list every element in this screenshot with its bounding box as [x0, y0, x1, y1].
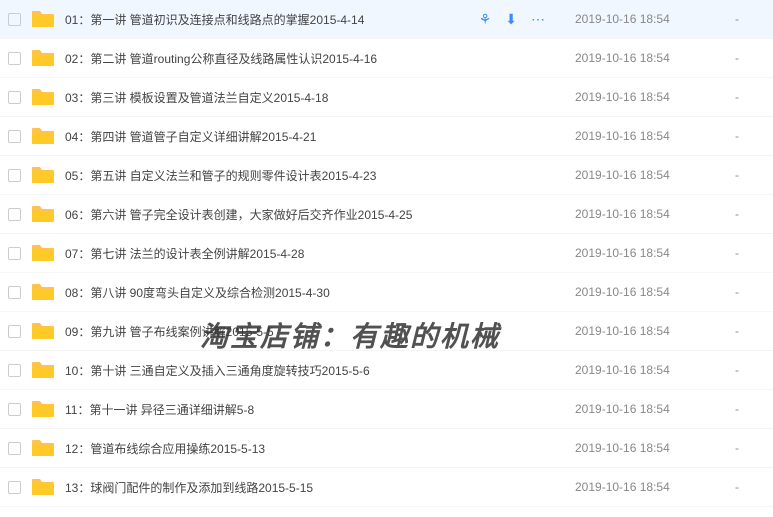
file-date: 2019-10-16 18:54 [575, 363, 735, 377]
row-checkbox[interactable] [8, 442, 21, 455]
file-size: - [735, 12, 765, 26]
file-name[interactable]: 11：第十一讲 异径三通详细讲解5-8 [65, 401, 575, 418]
file-name[interactable]: 12：管道布线综合应用操练2015-5-13 [65, 440, 575, 457]
file-date: 2019-10-16 18:54 [575, 441, 735, 455]
file-row[interactable]: 01：第一讲 管道初识及连接点和线路点的掌握2015-4-14 ⚘ ⬇ ⋯ 20… [0, 0, 773, 39]
file-row[interactable]: 07：第七讲 法兰的设计表全例讲解2015-4-28 2019-10-16 18… [0, 234, 773, 273]
file-row[interactable]: 13：球阀门配件的制作及添加到线路2015-5-15 2019-10-16 18… [0, 468, 773, 507]
row-actions: ⚘ ⬇ ⋯ [479, 11, 545, 28]
file-name[interactable]: 01：第一讲 管道初识及连接点和线路点的掌握2015-4-14 [65, 11, 479, 28]
folder-icon [31, 282, 55, 302]
folder-icon [31, 477, 55, 497]
file-name[interactable]: 03：第三讲 模板设置及管道法兰自定义2015-4-18 [65, 89, 575, 106]
file-row[interactable]: 09：第九讲 管子布线案例讲解2015-5-5 2019-10-16 18:54… [0, 312, 773, 351]
folder-icon [31, 48, 55, 68]
file-name[interactable]: 13：球阀门配件的制作及添加到线路2015-5-15 [65, 479, 575, 496]
row-checkbox[interactable] [8, 91, 21, 104]
file-name[interactable]: 02：第二讲 管道routing公称直径及线路属性认识2015-4-16 [65, 50, 575, 67]
row-checkbox[interactable] [8, 208, 21, 221]
file-date: 2019-10-16 18:54 [575, 246, 735, 260]
folder-icon [31, 87, 55, 107]
row-checkbox[interactable] [8, 481, 21, 494]
more-icon[interactable]: ⋯ [531, 11, 545, 28]
file-size: - [735, 324, 765, 338]
row-checkbox[interactable] [8, 286, 21, 299]
file-row[interactable]: 10：第十讲 三通自定义及插入三通角度旋转技巧2015-5-6 2019-10-… [0, 351, 773, 390]
file-row[interactable]: 05：第五讲 自定义法兰和管子的规则零件设计表2015-4-23 2019-10… [0, 156, 773, 195]
file-size: - [735, 90, 765, 104]
file-date: 2019-10-16 18:54 [575, 168, 735, 182]
file-date: 2019-10-16 18:54 [575, 207, 735, 221]
folder-icon [31, 243, 55, 263]
folder-icon [31, 399, 55, 419]
folder-icon [31, 9, 55, 29]
file-list: 01：第一讲 管道初识及连接点和线路点的掌握2015-4-14 ⚘ ⬇ ⋯ 20… [0, 0, 773, 507]
file-name[interactable]: 09：第九讲 管子布线案例讲解2015-5-5 [65, 323, 575, 340]
file-size: - [735, 441, 765, 455]
folder-icon [31, 204, 55, 224]
file-size: - [735, 285, 765, 299]
row-checkbox[interactable] [8, 169, 21, 182]
file-size: - [735, 246, 765, 260]
file-size: - [735, 168, 765, 182]
file-row[interactable]: 03：第三讲 模板设置及管道法兰自定义2015-4-18 2019-10-16 … [0, 78, 773, 117]
file-row[interactable]: 02：第二讲 管道routing公称直径及线路属性认识2015-4-16 201… [0, 39, 773, 78]
file-size: - [735, 363, 765, 377]
row-checkbox[interactable] [8, 403, 21, 416]
download-icon[interactable]: ⬇ [505, 11, 517, 28]
row-checkbox[interactable] [8, 13, 21, 26]
file-name[interactable]: 10：第十讲 三通自定义及插入三通角度旋转技巧2015-5-6 [65, 362, 575, 379]
file-row[interactable]: 06：第六讲 管子完全设计表创建，大家做好后交齐作业2015-4-25 2019… [0, 195, 773, 234]
folder-icon [31, 360, 55, 380]
row-checkbox[interactable] [8, 52, 21, 65]
folder-icon [31, 321, 55, 341]
folder-icon [31, 126, 55, 146]
file-date: 2019-10-16 18:54 [575, 12, 735, 26]
file-size: - [735, 480, 765, 494]
share-icon[interactable]: ⚘ [479, 11, 492, 28]
file-size: - [735, 129, 765, 143]
file-name[interactable]: 06：第六讲 管子完全设计表创建，大家做好后交齐作业2015-4-25 [65, 206, 575, 223]
file-name[interactable]: 08：第八讲 90度弯头自定义及综合检测2015-4-30 [65, 284, 575, 301]
file-size: - [735, 51, 765, 65]
file-row[interactable]: 12：管道布线综合应用操练2015-5-13 2019-10-16 18:54 … [0, 429, 773, 468]
file-size: - [735, 207, 765, 221]
row-checkbox[interactable] [8, 364, 21, 377]
row-checkbox[interactable] [8, 130, 21, 143]
row-checkbox[interactable] [8, 325, 21, 338]
file-date: 2019-10-16 18:54 [575, 129, 735, 143]
file-row[interactable]: 08：第八讲 90度弯头自定义及综合检测2015-4-30 2019-10-16… [0, 273, 773, 312]
file-date: 2019-10-16 18:54 [575, 402, 735, 416]
file-name[interactable]: 07：第七讲 法兰的设计表全例讲解2015-4-28 [65, 245, 575, 262]
row-checkbox[interactable] [8, 247, 21, 260]
file-date: 2019-10-16 18:54 [575, 285, 735, 299]
file-date: 2019-10-16 18:54 [575, 480, 735, 494]
file-name[interactable]: 04：第四讲 管道管子自定义详细讲解2015-4-21 [65, 128, 575, 145]
file-size: - [735, 402, 765, 416]
folder-icon [31, 438, 55, 458]
file-date: 2019-10-16 18:54 [575, 324, 735, 338]
file-date: 2019-10-16 18:54 [575, 51, 735, 65]
folder-icon [31, 165, 55, 185]
file-date: 2019-10-16 18:54 [575, 90, 735, 104]
file-row[interactable]: 04：第四讲 管道管子自定义详细讲解2015-4-21 2019-10-16 1… [0, 117, 773, 156]
file-name[interactable]: 05：第五讲 自定义法兰和管子的规则零件设计表2015-4-23 [65, 167, 575, 184]
file-row[interactable]: 11：第十一讲 异径三通详细讲解5-8 2019-10-16 18:54 - [0, 390, 773, 429]
